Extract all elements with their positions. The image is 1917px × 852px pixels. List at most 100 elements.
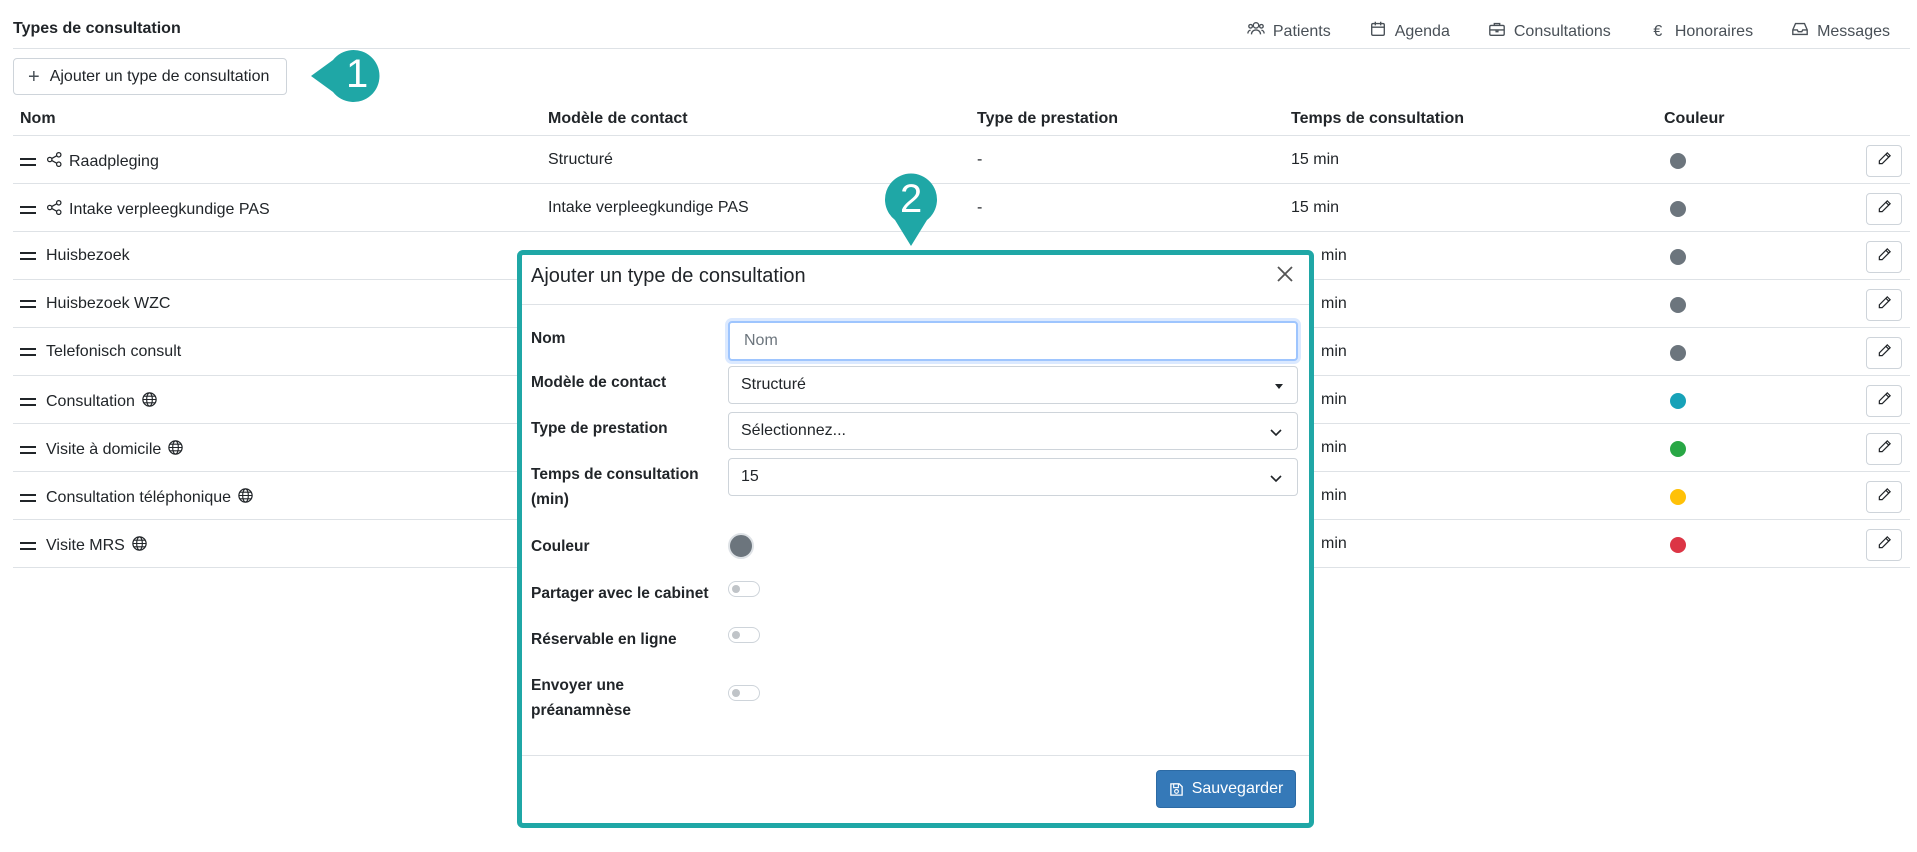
globe-icon: [131, 535, 148, 557]
edit-button[interactable]: [1866, 481, 1902, 513]
row-time: 15 min: [1291, 151, 1340, 168]
pencil-icon: [1877, 247, 1892, 267]
consultation-time-label-1: Temps de consultation: [531, 466, 699, 483]
row-type: -: [977, 151, 983, 168]
pencil-icon: [1877, 295, 1892, 315]
edit-button[interactable]: [1866, 145, 1902, 177]
nav-label: Agenda: [1394, 22, 1450, 40]
color-label: Couleur: [531, 538, 590, 555]
consultation-time-select[interactable]: 15: [728, 458, 1298, 496]
plus-icon: +: [28, 65, 40, 88]
color-dot: [1670, 393, 1686, 409]
consultation-time-label-2: (min): [531, 491, 569, 508]
edit-button[interactable]: [1866, 433, 1902, 465]
color-dot: [1670, 297, 1686, 313]
add-consultation-type-button[interactable]: + Ajouter un type de consultation: [13, 58, 287, 95]
row-name-cell: Huisbezoek WZC: [20, 295, 170, 313]
pencil-icon: [1877, 487, 1892, 507]
drag-handle-icon[interactable]: [20, 206, 36, 214]
row-name-cell: Visite MRS: [20, 535, 148, 557]
share-icon: [46, 199, 63, 221]
row-name: Raadpleging: [69, 153, 159, 170]
nav-item-agenda[interactable]: Agenda: [1369, 20, 1450, 43]
caret-down-icon: [1275, 384, 1283, 389]
row-name: Huisbezoek: [46, 247, 130, 264]
globe-icon: [141, 391, 158, 413]
close-icon[interactable]: [1273, 262, 1297, 286]
color-dot: [1670, 345, 1686, 361]
row-time: min: [1321, 391, 1347, 408]
globe-icon: [167, 439, 184, 461]
pencil-icon: [1877, 199, 1892, 219]
edit-button[interactable]: [1866, 241, 1902, 273]
col-header-type: Type de prestation: [977, 110, 1119, 127]
drag-handle-icon[interactable]: [20, 158, 36, 166]
service-type-value: Sélectionnez...: [741, 422, 846, 439]
contact-model-select[interactable]: Structuré: [728, 366, 1298, 404]
row-name: Telefonisch consult: [46, 343, 182, 360]
row-time: min: [1321, 439, 1347, 456]
pencil-icon: [1877, 439, 1892, 459]
nav-label: Honoraires: [1674, 22, 1754, 40]
row-name-cell: Visite à domicile: [20, 439, 184, 461]
edit-button[interactable]: [1866, 337, 1902, 369]
name-input[interactable]: [742, 331, 1284, 351]
modal-title: Ajouter un type de consultation: [531, 265, 806, 287]
row-time: min: [1321, 295, 1347, 312]
online-booking-toggle[interactable]: [728, 627, 760, 643]
nav-item-patients[interactable]: Patients: [1247, 20, 1331, 43]
drag-handle-icon[interactable]: [20, 300, 36, 308]
color-dot: [1670, 537, 1686, 553]
table-row: Raadpleging Structuré - 15 min: [13, 136, 1910, 184]
drag-handle-icon[interactable]: [20, 446, 36, 454]
consultation-time-value: 15: [741, 468, 759, 485]
page-title: Types de consultation: [13, 20, 181, 37]
calendar-icon: [1369, 20, 1387, 43]
floppy-disk-icon: [1169, 782, 1183, 796]
name-label: Nom: [531, 330, 566, 347]
drag-handle-icon[interactable]: [20, 348, 36, 356]
callout-2-number: 2: [900, 177, 923, 221]
row-name-cell: Telefonisch consult: [20, 343, 181, 361]
edit-button[interactable]: [1866, 385, 1902, 417]
col-header-color: Couleur: [1664, 110, 1725, 127]
row-model: Intake verpleegkundige PAS: [548, 199, 749, 216]
nav-label: Messages: [1817, 22, 1890, 40]
pencil-icon: [1877, 391, 1892, 411]
color-dot: [1670, 441, 1686, 457]
nav-item-messages[interactable]: Messages: [1791, 20, 1890, 43]
globe-icon: [237, 487, 254, 509]
callout-1: 1: [311, 48, 383, 104]
euro-icon: €: [1653, 22, 1663, 40]
contact-model-label: Modèle de contact: [531, 374, 667, 391]
preanamnesis-toggle[interactable]: [728, 685, 760, 701]
nav-item-honoraires[interactable]: € Honoraires: [1649, 20, 1753, 43]
service-type-label: Type de prestation: [531, 420, 668, 437]
nav-label: Consultations: [1513, 22, 1611, 40]
row-time: 15 min: [1291, 199, 1340, 216]
row-time: min: [1321, 247, 1347, 264]
nav-item-consultations[interactable]: Consultations: [1488, 20, 1611, 43]
briefcase-icon: [1488, 20, 1506, 43]
drag-handle-icon[interactable]: [20, 542, 36, 550]
share-icon: [46, 151, 63, 173]
row-time: min: [1321, 535, 1347, 552]
callout-2: 2: [883, 172, 939, 246]
row-name-cell: Raadpleging: [20, 151, 159, 173]
color-dot: [1670, 153, 1686, 169]
edit-button[interactable]: [1866, 529, 1902, 561]
preanamnesis-label-1: Envoyer une: [531, 677, 625, 694]
contact-model-value: Structuré: [741, 376, 806, 393]
save-button[interactable]: Sauvegarder: [1156, 770, 1296, 808]
share-toggle[interactable]: [728, 581, 760, 597]
modal-footer: [522, 755, 1309, 756]
drag-handle-icon[interactable]: [20, 398, 36, 406]
color-picker[interactable]: [728, 533, 754, 559]
edit-button[interactable]: [1866, 193, 1902, 225]
edit-button[interactable]: [1866, 289, 1902, 321]
name-field-wrapper: [728, 321, 1298, 361]
drag-handle-icon[interactable]: [20, 494, 36, 502]
service-type-select[interactable]: Sélectionnez...: [728, 412, 1298, 450]
save-button-label: Sauvegarder: [1191, 780, 1284, 797]
drag-handle-icon[interactable]: [20, 252, 36, 260]
